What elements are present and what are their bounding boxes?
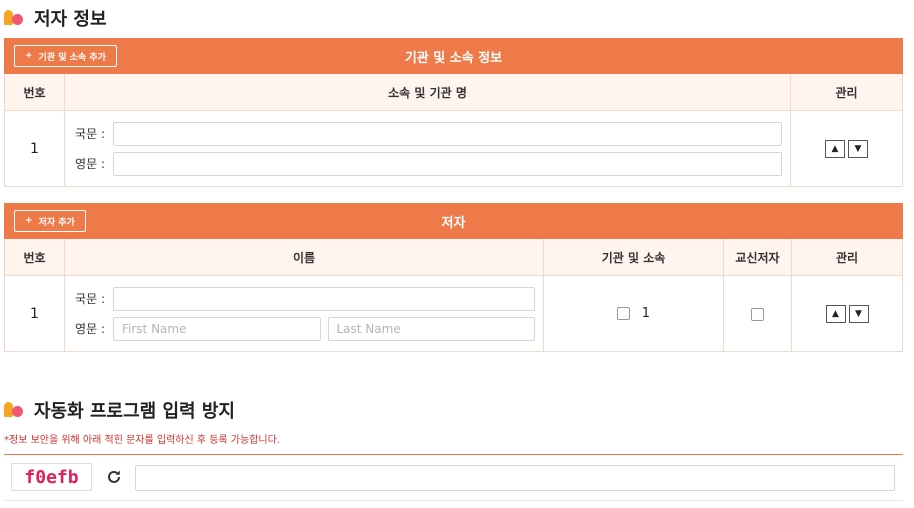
section-bullet-icon [4,10,30,26]
row-number: 1 [4,110,65,187]
english-label: 영문 : [75,322,105,336]
refresh-icon[interactable] [104,467,124,487]
move-down-button[interactable]: ▼ [848,304,869,323]
captcha-heading: 자동화 프로그램 입력 방지 [4,397,235,423]
plus-icon: + [25,51,33,61]
add-author-label: 저자 추가 [38,217,75,228]
col-corresponding: 교신저자 [723,239,792,276]
captcha-input[interactable] [135,465,895,491]
affiliation-select-cell: 1 [543,275,724,352]
affiliation-name-cell: 국문 : 영문 : [64,110,791,187]
author-name-cell: 국문 : 영문 : [64,275,544,352]
affiliation-bar-title: 기관 및 소속 정보 [404,50,503,66]
last-name-input[interactable] [327,316,535,341]
col-manage: 관리 [790,74,903,111]
corresponding-cell [723,275,792,352]
arrow-down-icon: ▼ [854,143,862,154]
affiliation-table: 번호 소속 및 기관 명 관리 1 국문 : 영문 : ▲ ▼ [4,74,903,187]
affiliation-bar: + 기관 및 소속 추가 기관 및 소속 정보 [4,38,903,74]
arrow-up-icon: ▲ [832,308,839,319]
move-down-button[interactable]: ▼ [848,139,868,158]
author-korean-name-input[interactable] [113,286,535,311]
add-author-button[interactable]: + 저자 추가 [14,210,86,232]
captcha-section-title: 자동화 프로그램 입력 방지 [34,401,235,422]
col-number: 번호 [4,239,65,276]
col-number: 번호 [4,74,65,111]
affiliation-option-label: 1 [641,306,651,321]
english-label: 영문 : [75,157,105,171]
plus-icon: + [25,216,33,226]
author-table: 번호 이름 기관 및 소속 교신저자 관리 1 국문 : 영문 : First … [4,239,903,352]
affiliation-english-input[interactable] [113,151,782,176]
corresponding-author-checkbox[interactable] [751,307,764,321]
affiliation-checkbox[interactable] [616,307,630,320]
captcha-image: f0efb [11,463,92,491]
korean-label: 국문 : [75,292,105,306]
affiliation-korean-input[interactable] [113,121,782,146]
table-row: 1 국문 : 영문 : 1 ▲ [4,275,903,352]
first-name-input[interactable] [113,316,321,341]
arrow-up-icon: ▲ [831,143,839,154]
divider [4,454,903,455]
row-number: 1 [4,275,65,352]
author-bar: + 저자 추가 저자 [4,203,903,239]
section-bullet-icon [4,402,30,418]
add-affiliation-button[interactable]: + 기관 및 소속 추가 [14,45,117,67]
captcha-notice: *정보 보안을 위해 아래 적힌 문자를 입력하신 후 등록 가능합니다. [4,435,280,446]
author-info-heading: 저자 정보 [4,5,107,31]
author-info-title: 저자 정보 [34,9,107,30]
col-manage: 관리 [791,239,903,276]
manage-cell: ▲ ▼ [791,275,903,352]
manage-cell: ▲ ▼ [790,110,903,187]
divider [4,500,903,501]
col-affiliation-name: 소속 및 기관 명 [64,74,791,111]
col-name: 이름 [64,239,544,276]
arrow-down-icon: ▼ [855,308,862,319]
korean-label: 국문 : [75,127,105,141]
col-affiliation: 기관 및 소속 [543,239,724,276]
add-affiliation-label: 기관 및 소속 추가 [38,52,106,63]
move-up-button[interactable]: ▲ [825,304,846,323]
move-up-button[interactable]: ▲ [825,139,845,158]
author-bar-title: 저자 [441,215,466,231]
table-row: 1 국문 : 영문 : ▲ ▼ [4,110,903,187]
